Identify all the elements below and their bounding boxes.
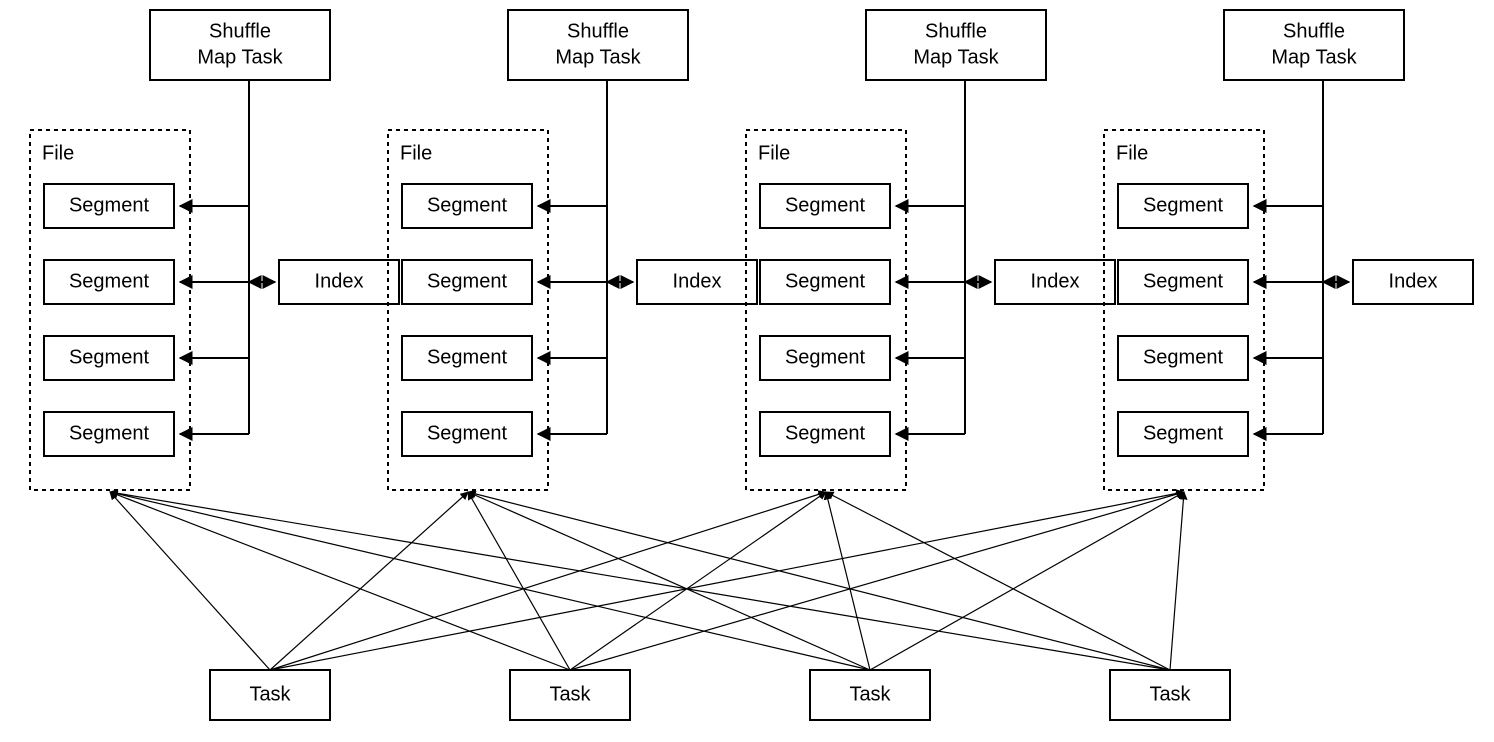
segment-label: Segment — [69, 346, 149, 368]
shuffle-label-2: Map Task — [197, 46, 283, 68]
task-to-file-edge — [468, 492, 1170, 670]
segment-label: Segment — [69, 422, 149, 444]
shuffle-label-2: Map Task — [555, 46, 641, 68]
segment-label: Segment — [427, 270, 507, 292]
index-label: Index — [315, 270, 364, 292]
segment-label: Segment — [1143, 194, 1223, 216]
file-label: File — [1116, 142, 1148, 164]
task-to-file-edge — [270, 492, 468, 670]
shuffle-diagram: Shuffle Map Task File Segment Segment Segment… — [0, 0, 1494, 742]
segment-label: Segment — [1143, 422, 1223, 444]
segment-label: Segment — [69, 270, 149, 292]
segment-label: Segment — [785, 422, 865, 444]
task-label: Task — [1149, 683, 1191, 705]
task-label: Task — [849, 683, 891, 705]
segment-label: Segment — [427, 422, 507, 444]
task-to-file-edge — [870, 492, 1184, 670]
task-to-file-edge — [468, 492, 570, 670]
task-to-file-edge — [110, 492, 270, 670]
segment-label: Segment — [427, 194, 507, 216]
task-to-file-edge — [270, 492, 826, 670]
segment-label: Segment — [785, 194, 865, 216]
task-label: Task — [249, 683, 291, 705]
task-to-file-edge — [110, 492, 1170, 670]
task-to-file-edge — [110, 492, 870, 670]
shuffle-label-1: Shuffle — [1283, 20, 1345, 42]
task-to-file-edge — [110, 492, 570, 670]
segment-label: Segment — [785, 270, 865, 292]
shuffle-label-1: Shuffle — [209, 20, 271, 42]
task-to-file-edge — [1170, 492, 1184, 670]
shuffle-label-1: Shuffle — [567, 20, 629, 42]
shuffle-label-1: Shuffle — [925, 20, 987, 42]
index-label: Index — [673, 270, 722, 292]
file-label: File — [400, 142, 432, 164]
shuffle-label-2: Map Task — [913, 46, 999, 68]
index-label: Index — [1389, 270, 1438, 292]
task-to-file-edge — [570, 492, 826, 670]
segment-label: Segment — [1143, 270, 1223, 292]
file-label: File — [758, 142, 790, 164]
index-label: Index — [1031, 270, 1080, 292]
task-to-file-edge — [468, 492, 870, 670]
task-to-file-edge — [826, 492, 870, 670]
segment-label: Segment — [427, 346, 507, 368]
shuffle-label-2: Map Task — [1271, 46, 1357, 68]
segment-label: Segment — [1143, 346, 1223, 368]
segment-label: Segment — [69, 194, 149, 216]
task-label: Task — [549, 683, 591, 705]
file-label: File — [42, 142, 74, 164]
segment-label: Segment — [785, 346, 865, 368]
task-to-file-edge — [270, 492, 1184, 670]
